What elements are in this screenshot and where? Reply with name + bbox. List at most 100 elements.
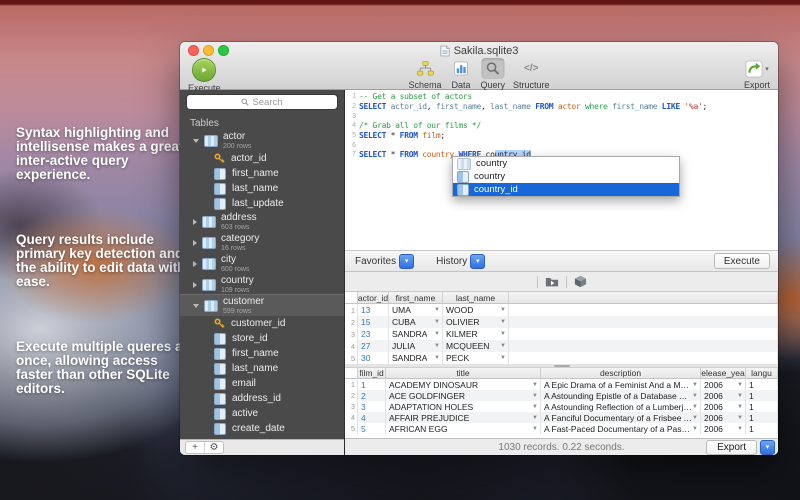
grid-cell[interactable]: 23	[358, 328, 389, 340]
grid-cell[interactable]	[509, 340, 778, 352]
disclosure-triangle-icon[interactable]	[193, 240, 197, 246]
sidebar-table-category[interactable]: category16 rows	[180, 232, 344, 253]
cell-dropdown-icon[interactable]: ▼	[500, 307, 508, 313]
disclosure-triangle-icon[interactable]	[193, 219, 197, 225]
sidebar-column-store_id[interactable]: store_id	[180, 331, 344, 346]
toolbar-execute-button[interactable]: Execute	[188, 58, 221, 93]
grid-cell[interactable]: WOOD▼	[443, 304, 509, 316]
grid-cell[interactable]: UMA▼	[389, 304, 443, 316]
cell-dropdown-icon[interactable]: ▼	[532, 426, 540, 432]
grid-cell[interactable]: 1	[746, 412, 778, 423]
sidebar-column-email[interactable]: email	[180, 376, 344, 391]
toolbar-query-button[interactable]: Query	[481, 58, 506, 90]
grid-cell[interactable]: 15	[358, 316, 389, 328]
cell-dropdown-icon[interactable]: ▼	[737, 393, 745, 399]
grid-cell[interactable]: 1	[746, 379, 778, 390]
cell-dropdown-icon[interactable]: ▼	[500, 355, 508, 361]
sidebar-column-address_id[interactable]: address_id	[180, 391, 344, 406]
grid-cell[interactable]: MCQUEEN▼	[443, 340, 509, 352]
export-results-button[interactable]: Export	[706, 440, 757, 455]
sidebar-column-create_date[interactable]: create_date	[180, 421, 344, 436]
cell-dropdown-icon[interactable]: ▼	[500, 343, 508, 349]
autocomplete-item-country[interactable]: country	[453, 170, 679, 183]
grid-cell[interactable]: A Epic Drama of a Feminist And a Mad...▼	[541, 379, 701, 390]
search-input[interactable]: Search	[186, 94, 338, 110]
grid-cell[interactable]: A Fast-Paced Documentary of a Pastry...▼	[541, 423, 701, 434]
grid-header-langu[interactable]: langu	[746, 368, 778, 379]
grid-cell[interactable]: CUBA▼	[389, 316, 443, 328]
sidebar-column-last_name[interactable]: last_name	[180, 181, 344, 196]
grid-cell[interactable]: 2006▼	[701, 423, 746, 434]
sidebar-table-actor[interactable]: actor200 rows	[180, 130, 344, 151]
cell-dropdown-icon[interactable]: ▼	[434, 319, 442, 325]
grid-row-number[interactable]: 2	[345, 316, 358, 328]
sidebar-column-actor_id[interactable]: actor_id	[180, 151, 344, 166]
grid-cell[interactable]: 3	[358, 401, 386, 412]
cell-dropdown-icon[interactable]: ▼	[434, 343, 442, 349]
cube-icon[interactable]	[574, 275, 587, 288]
grid-row-number[interactable]: 1	[345, 304, 358, 316]
grid-cell[interactable]: 1	[746, 423, 778, 434]
folder-play-icon[interactable]	[545, 276, 559, 287]
cell-dropdown-icon[interactable]: ▼	[532, 404, 540, 410]
cell-dropdown-icon[interactable]: ▼	[532, 415, 540, 421]
grid-header-first_name[interactable]: first_name	[389, 292, 443, 304]
grid-header-last_name[interactable]: last_name	[443, 292, 509, 304]
sidebar-column-customer_id[interactable]: customer_id	[180, 316, 344, 331]
grid-cell[interactable]: 5	[358, 423, 386, 434]
cell-dropdown-icon[interactable]: ▼	[692, 393, 700, 399]
add-table-button[interactable]: +	[186, 442, 204, 453]
autocomplete-item-country[interactable]: country	[453, 157, 679, 170]
grid-cell[interactable]: 2006▼	[701, 390, 746, 401]
grid-cell[interactable]: PECK▼	[443, 352, 509, 364]
grid-row-number[interactable]: 5	[345, 352, 358, 364]
cell-dropdown-icon[interactable]: ▼	[500, 331, 508, 337]
grid-cell[interactable]: 1	[746, 390, 778, 401]
grid-cell[interactable]: 2006▼	[701, 379, 746, 390]
cell-dropdown-icon[interactable]: ▼	[434, 307, 442, 313]
grid-cell[interactable]	[509, 352, 778, 364]
cell-dropdown-icon[interactable]: ▼	[500, 319, 508, 325]
grid-header-actor_id[interactable]: actor_id	[358, 292, 389, 304]
grid-header-film_id[interactable]: film_id	[358, 368, 386, 379]
grid-header-title[interactable]: title	[386, 368, 541, 379]
sidebar-table-country[interactable]: country109 rows	[180, 274, 344, 295]
autocomplete-item-country_id[interactable]: country_id	[453, 183, 679, 196]
grid-cell[interactable]: 13	[358, 304, 389, 316]
grid-cell[interactable]: AFFAIR PREJUDICE▼	[386, 412, 541, 423]
grid-cell[interactable]	[509, 316, 778, 328]
toolbar-structure-button[interactable]: </> Structure	[513, 58, 550, 90]
sidebar-column-active[interactable]: active	[180, 406, 344, 421]
grid-header-release_year[interactable]: release_year	[701, 368, 746, 379]
grid-row-number[interactable]: 2	[345, 390, 358, 401]
disclosure-triangle-icon[interactable]	[193, 139, 199, 143]
grid-cell[interactable]: A Astounding Epistle of a Database Ad...…	[541, 390, 701, 401]
disclosure-triangle-icon[interactable]	[193, 304, 199, 308]
grid-row-number[interactable]: 4	[345, 340, 358, 352]
grid-cell[interactable]: ACADEMY DINOSAUR▼	[386, 379, 541, 390]
cell-dropdown-icon[interactable]: ▼	[737, 415, 745, 421]
cell-dropdown-icon[interactable]: ▼	[532, 393, 540, 399]
execute-query-button[interactable]: Execute	[714, 253, 770, 269]
grid-cell[interactable]: 2	[358, 390, 386, 401]
sidebar-column-first_name[interactable]: first_name	[180, 166, 344, 181]
grid-cell[interactable]	[509, 304, 778, 316]
cell-dropdown-icon[interactable]: ▼	[737, 426, 745, 432]
toolbar-export-button[interactable]: ▾ Export	[744, 58, 770, 90]
cell-dropdown-icon[interactable]: ▼	[692, 404, 700, 410]
grid-cell[interactable]: ACE GOLDFINGER▼	[386, 390, 541, 401]
grid-cell[interactable]: ADAPTATION HOLES▼	[386, 401, 541, 412]
sidebar-column-last_update[interactable]: last_update	[180, 196, 344, 211]
grid-cell[interactable]: 1	[746, 401, 778, 412]
grid-row-number[interactable]: 4	[345, 412, 358, 423]
grid-cell[interactable]: 30	[358, 352, 389, 364]
grid-header-blank[interactable]	[509, 292, 778, 304]
grid-cell[interactable]: SANDRA▼	[389, 352, 443, 364]
disclosure-triangle-icon[interactable]	[193, 282, 197, 288]
cell-dropdown-icon[interactable]: ▼	[434, 355, 442, 361]
grid-cell[interactable]: 1	[358, 379, 386, 390]
sidebar-table-city[interactable]: city600 rows	[180, 253, 344, 274]
grid-cell[interactable]: 2006▼	[701, 401, 746, 412]
grid-cell[interactable]: JULIA▼	[389, 340, 443, 352]
grid-row-number[interactable]: 3	[345, 401, 358, 412]
